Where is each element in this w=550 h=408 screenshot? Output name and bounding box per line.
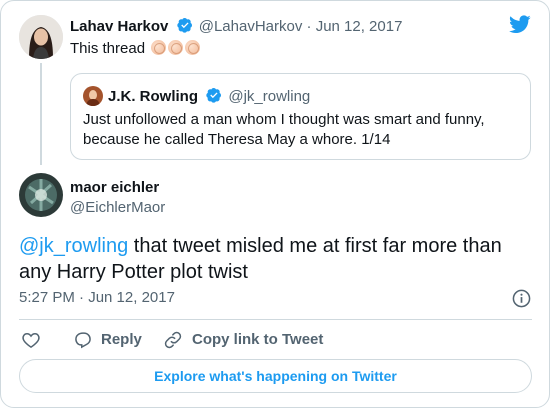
parent-text: This thread bbox=[70, 40, 146, 57]
divider bbox=[19, 319, 532, 320]
clap-emoji-3 bbox=[185, 40, 201, 55]
heart-icon bbox=[21, 332, 41, 354]
twitter-bird-icon[interactable] bbox=[509, 15, 531, 39]
parent-display-name[interactable]: Lahav Harkov bbox=[70, 18, 168, 35]
quoted-text: Just unfollowed a man whom I thought was… bbox=[83, 111, 485, 148]
verified-badge-icon bbox=[206, 87, 222, 107]
tweet-embed-card: Lahav Harkov @LahavHarkov · Jun 12, 2017… bbox=[0, 0, 550, 408]
quoted-tweet[interactable]: J.K. Rowling @jk_rowling Just unfollowed… bbox=[70, 73, 531, 160]
parent-tweet-header: Lahav Harkov @LahavHarkov · Jun 12, 2017 bbox=[70, 17, 402, 37]
main-display-name[interactable]: maor eichler bbox=[70, 179, 159, 196]
parent-handle[interactable]: @LahavHarkov bbox=[199, 18, 303, 35]
mention-link[interactable]: @jk_rowling bbox=[19, 235, 128, 257]
avatar-maor[interactable] bbox=[19, 173, 63, 217]
verified-badge-icon bbox=[176, 17, 193, 37]
parent-separator: · bbox=[306, 18, 312, 35]
avatar-jk-rowling bbox=[83, 86, 103, 106]
clap-emoji-2 bbox=[168, 40, 184, 55]
quoted-header: J.K. Rowling @jk_rowling bbox=[108, 87, 310, 107]
parent-tweet-text: This thread bbox=[70, 40, 201, 57]
reply-label: Reply bbox=[101, 331, 142, 348]
parent-date[interactable]: Jun 12, 2017 bbox=[316, 18, 403, 35]
main-handle[interactable]: @EichlerMaor bbox=[70, 199, 165, 216]
like-button[interactable] bbox=[21, 330, 41, 355]
avatar-lahav[interactable] bbox=[19, 15, 63, 59]
quoted-handle: @jk_rowling bbox=[228, 88, 311, 105]
main-tweet-text: @jk_rowling that tweet misled me at firs… bbox=[19, 233, 524, 285]
quoted-display-name: J.K. Rowling bbox=[108, 88, 198, 105]
copy-link-label: Copy link to Tweet bbox=[192, 331, 324, 348]
explore-label: Explore what's happening on Twitter bbox=[154, 368, 397, 384]
tweet-timestamp[interactable]: 5:27 PM · Jun 12, 2017 bbox=[19, 289, 175, 306]
clap-emoji-1 bbox=[151, 40, 167, 55]
info-icon[interactable] bbox=[512, 289, 531, 313]
explore-button[interactable]: Explore what's happening on Twitter bbox=[19, 359, 532, 393]
link-icon bbox=[163, 330, 183, 355]
reply-icon bbox=[73, 330, 93, 355]
thread-connector bbox=[40, 63, 42, 165]
